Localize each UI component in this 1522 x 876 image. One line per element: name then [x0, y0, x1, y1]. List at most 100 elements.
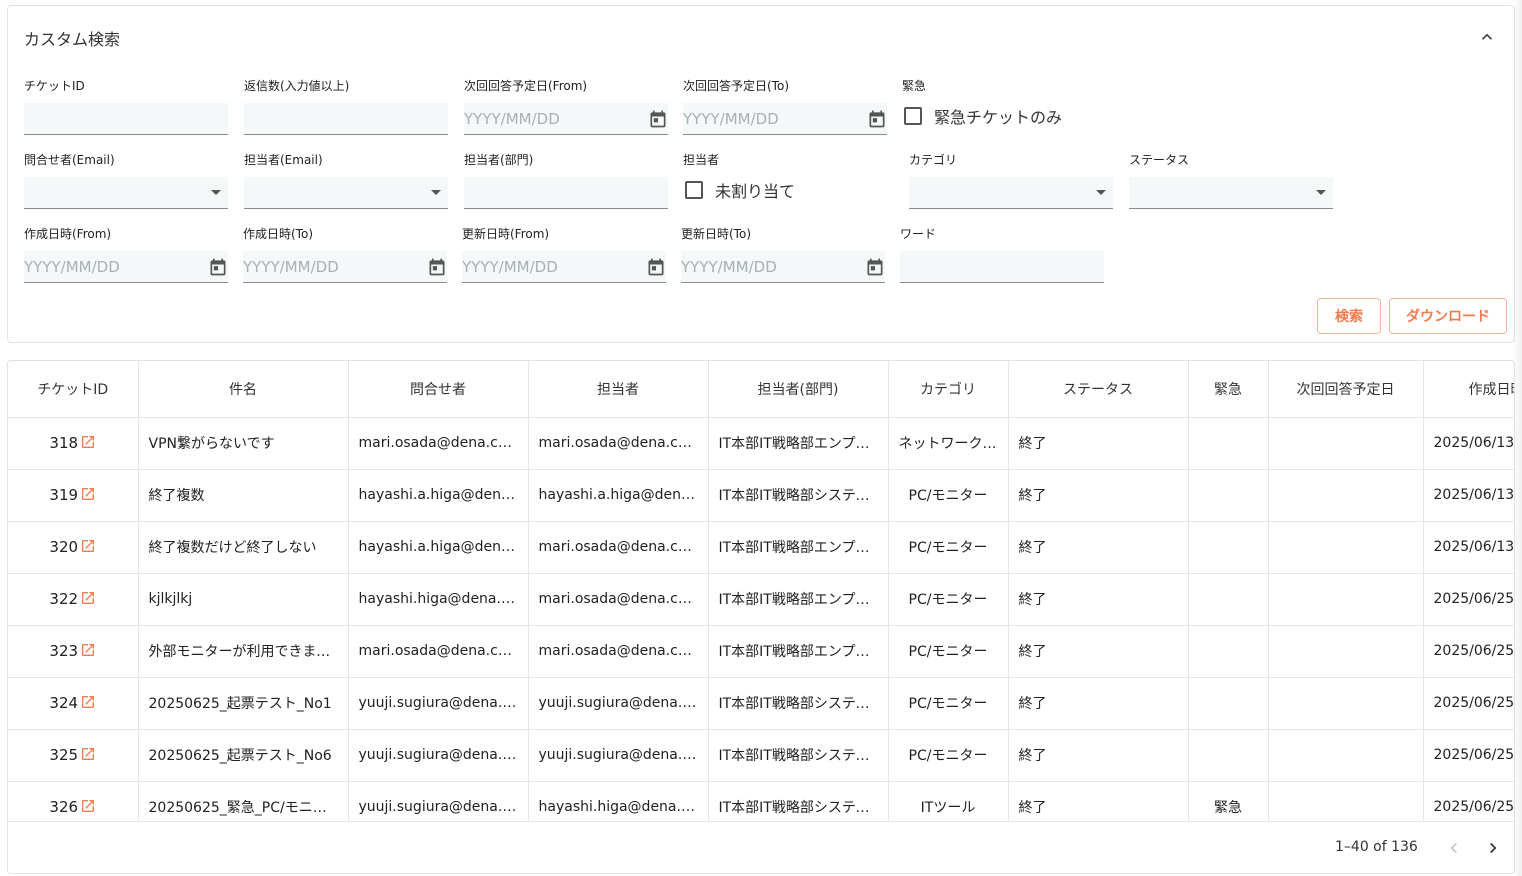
created-from-label: 作成日時(From) — [24, 227, 112, 241]
open-in-new-icon[interactable] — [80, 694, 96, 710]
ticket-id-link[interactable]: 319 — [49, 486, 78, 504]
open-in-new-icon[interactable] — [80, 746, 96, 762]
open-in-new-icon[interactable] — [80, 590, 96, 606]
open-in-new-icon[interactable] — [80, 486, 96, 502]
chevron-up-icon[interactable] — [1478, 28, 1496, 46]
assignee-cell: mari.osada@dena.com — [528, 573, 709, 626]
next-due-cell — [1268, 417, 1424, 470]
ticket-id-link[interactable]: 325 — [49, 746, 78, 764]
download-button[interactable]: ダウンロード — [1389, 298, 1507, 334]
created-to-input[interactable] — [243, 251, 447, 282]
created-cell: 2025/06/13 1 — [1423, 417, 1514, 470]
assignee-email-select[interactable] — [244, 177, 448, 209]
category-field: カテゴリ — [909, 152, 1113, 209]
open-in-new-icon[interactable] — [80, 798, 96, 814]
table-row[interactable]: 322 kjlkjlkj hayashi.higa@dena.com mari.osa… — [8, 573, 1514, 626]
open-in-new-icon[interactable] — [80, 538, 96, 554]
open-in-new-icon[interactable] — [80, 434, 96, 450]
ticket-id-link[interactable]: 323 — [49, 642, 78, 660]
updated-from-input[interactable] — [462, 251, 666, 282]
column-header[interactable]: 担当者 — [528, 361, 709, 418]
updated-to-input[interactable] — [681, 251, 885, 282]
inquirer-email-select[interactable] — [24, 177, 228, 209]
ticket-id-cell[interactable]: 318 — [8, 417, 139, 470]
assignee-dept-input[interactable] — [464, 177, 668, 208]
inquirer-email-label: 問合せ者(Email) — [24, 153, 115, 167]
assignee-cell: yuuji.sugiura@dena.com — [528, 677, 709, 730]
urgent-only-checkbox-row[interactable]: 緊急チケットのみ — [902, 102, 1106, 130]
unassigned-checkbox-row[interactable]: 未割り当て — [683, 176, 887, 204]
updated-to-label: 更新日時(To) — [681, 227, 751, 241]
column-header[interactable]: 次回回答予定日 — [1268, 361, 1424, 418]
table-row[interactable]: 319 終了複数 hayashi.a.higa@dena.com hayashi.a.… — [8, 469, 1514, 522]
calendar-icon[interactable] — [865, 257, 885, 277]
calendar-icon[interactable] — [648, 109, 668, 129]
calendar-icon[interactable] — [867, 109, 887, 129]
calendar-icon[interactable] — [208, 257, 228, 277]
category-select[interactable] — [909, 177, 1113, 209]
created-from-input[interactable] — [24, 251, 228, 282]
column-header[interactable]: 件名 — [138, 361, 349, 418]
custom-search-panel: カスタム検索 チケットID 返信数(入力値以上) 次回回答予定日(From) 次… — [7, 5, 1515, 343]
open-in-new-icon[interactable] — [80, 642, 96, 658]
urgent-only-label: 緊急チケットのみ — [934, 108, 1063, 127]
column-header[interactable]: 作成日時 — [1423, 361, 1514, 418]
ticket-id-cell[interactable]: 319 — [8, 469, 139, 522]
status-cell: 終了 — [1008, 573, 1189, 626]
table-row[interactable]: 323 外部モニターが利用できません mari.osada@dena.com mari… — [8, 625, 1514, 678]
subject-cell: 20250625_緊急_PC/モニター — [138, 781, 349, 821]
ticket-id-link[interactable]: 318 — [49, 434, 78, 452]
category-cell: ネットワーク関連 — [888, 417, 1009, 470]
unassigned-checkbox[interactable] — [685, 181, 703, 199]
created-cell: 2025/06/13 1 — [1423, 521, 1514, 574]
ticket-id-cell[interactable]: 324 — [8, 677, 139, 730]
column-header[interactable]: 緊急 — [1188, 361, 1269, 418]
ticket-id-link[interactable]: 320 — [49, 538, 78, 556]
ticket-id-link[interactable]: 324 — [49, 694, 78, 712]
chevron-left-icon[interactable] — [1445, 839, 1463, 857]
inquirer-cell: hayashi.higa@dena.com — [348, 573, 529, 626]
next-due-from-input[interactable] — [464, 103, 668, 134]
status-cell: 終了 — [1008, 417, 1189, 470]
calendar-icon[interactable] — [646, 257, 666, 277]
next-due-cell — [1268, 469, 1424, 522]
table-row[interactable]: 326 20250625_緊急_PC/モニター yuuji.sugiura@dena… — [8, 781, 1514, 821]
assignee-cell: mari.osada@dena.com — [528, 521, 709, 574]
ticket-id-cell[interactable]: 322 — [8, 573, 139, 626]
table-row[interactable]: 324 20250625_起票テスト_No1 yuuji.sugiura@dena.… — [8, 677, 1514, 730]
ticket-id-cell[interactable]: 320 — [8, 521, 139, 574]
next-due-cell — [1268, 781, 1424, 821]
status-cell: 終了 — [1008, 677, 1189, 730]
ticket-id-cell[interactable]: 326 — [8, 781, 139, 821]
word-input[interactable] — [900, 251, 1104, 282]
column-header[interactable]: 問合せ者 — [348, 361, 529, 418]
column-header[interactable]: カテゴリ — [888, 361, 1009, 418]
dept-cell: IT本部IT戦略部システム統括グループ — [708, 469, 889, 522]
table-row[interactable]: 320 終了複数だけど終了しない hayashi.a.higa@dena.com ma… — [8, 521, 1514, 574]
next-due-cell — [1268, 521, 1424, 574]
ticket-id-cell[interactable]: 323 — [8, 625, 139, 678]
next-due-to-label: 次回回答予定日(To) — [683, 79, 789, 93]
urgent-only-checkbox[interactable] — [904, 107, 922, 125]
subject-cell: 外部モニターが利用できません — [138, 625, 349, 678]
dept-cell: IT本部IT戦略部エンプロイーエクスペリエンスグループ — [708, 573, 889, 626]
ticket-id-cell[interactable]: 325 — [8, 729, 139, 782]
search-button[interactable]: 検索 — [1317, 298, 1381, 334]
calendar-icon[interactable] — [427, 257, 447, 277]
reply-count-input[interactable] — [244, 103, 448, 134]
chevron-right-icon[interactable] — [1484, 839, 1502, 857]
ticket-id-link[interactable]: 322 — [49, 590, 78, 608]
dept-cell: IT本部IT戦略部システム統括グループ — [708, 729, 889, 782]
column-header[interactable]: 担当者(部門) — [708, 361, 889, 418]
created-to-field: 作成日時(To) — [243, 226, 447, 283]
status-select[interactable] — [1129, 177, 1333, 209]
assignee-email-label: 担当者(Email) — [244, 153, 323, 167]
ticket-id-input[interactable] — [24, 103, 228, 134]
next-due-to-input[interactable] — [683, 103, 887, 134]
ticket-id-link[interactable]: 326 — [49, 798, 78, 816]
column-header[interactable]: チケットID — [8, 361, 139, 418]
column-header[interactable]: ステータス — [1008, 361, 1189, 418]
table-row[interactable]: 325 20250625_起票テスト_No6 yuuji.sugiura@dena.… — [8, 729, 1514, 782]
table-row[interactable]: 318 VPN繋がらないです mari.osada@dena.com mari.osa… — [8, 417, 1514, 470]
inquirer-email-field: 問合せ者(Email) — [24, 152, 228, 209]
